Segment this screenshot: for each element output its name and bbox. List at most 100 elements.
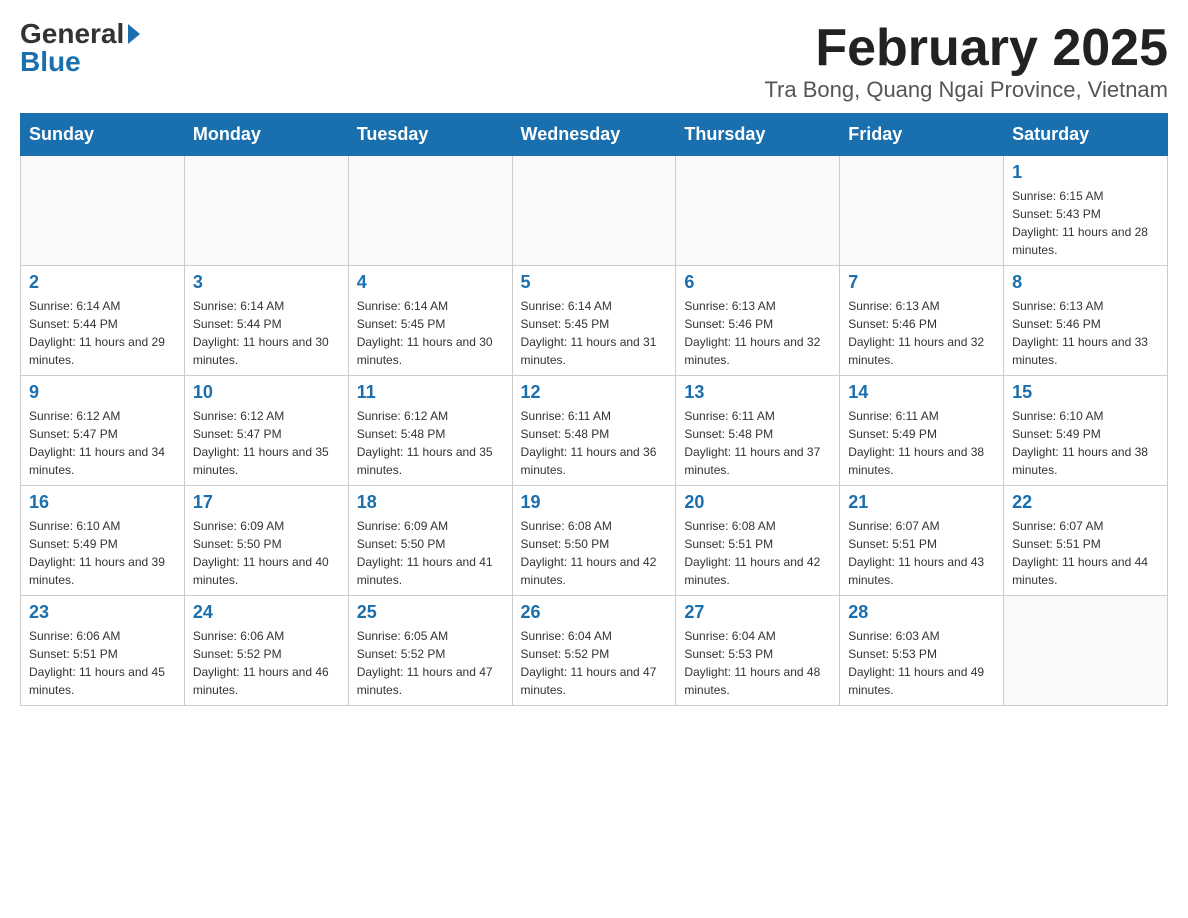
calendar-cell <box>348 156 512 266</box>
calendar-cell: 27 Sunrise: 6:04 AM Sunset: 5:53 PM Dayli… <box>676 596 840 706</box>
day-info: Sunrise: 6:14 AM Sunset: 5:45 PM Dayligh… <box>357 297 504 369</box>
day-info: Sunrise: 6:14 AM Sunset: 5:44 PM Dayligh… <box>193 297 340 369</box>
day-info: Sunrise: 6:07 AM Sunset: 5:51 PM Dayligh… <box>848 517 995 589</box>
calendar-cell: 4Sunrise: 6:14 AM Sunset: 5:45 PM Daylig… <box>348 266 512 376</box>
day-number: 3 <box>193 272 340 293</box>
page-header: General Blue February 2025 Tra Bong, Qua… <box>20 20 1168 103</box>
calendar-cell: 23Sunrise: 6:06 AM Sunset: 5:51 PM Dayli… <box>21 596 185 706</box>
day-info: Sunrise: 6:06 AM Sunset: 5:52 PM Dayligh… <box>193 627 340 699</box>
header-cell-thursday: Thursday <box>676 114 840 156</box>
day-info: Sunrise: 6:09 AM Sunset: 5:50 PM Dayligh… <box>193 517 340 589</box>
day-info: Sunrise: 6:08 AM Sunset: 5:51 PM Dayligh… <box>684 517 831 589</box>
calendar-cell: 26 Sunrise: 6:04 AM Sunset: 5:52 PM Dayli… <box>512 596 676 706</box>
day-info: Sunrise: 6:04 AM Sunset: 5:52 PM Dayligh… <box>521 627 668 699</box>
calendar-week-4: 16 Sunrise: 6:10 AM Sunset: 5:49 PM Dayli… <box>21 486 1168 596</box>
header-cell-wednesday: Wednesday <box>512 114 676 156</box>
day-number: 14 <box>848 382 995 403</box>
day-number: 28 <box>848 602 995 623</box>
day-info: Sunrise: 6:13 AM Sunset: 5:46 PM Dayligh… <box>684 297 831 369</box>
calendar-cell: 28 Sunrise: 6:03 AM Sunset: 5:53 PM Dayli… <box>840 596 1004 706</box>
day-info: Sunrise: 6:07 AM Sunset: 5:51 PM Dayligh… <box>1012 517 1159 589</box>
page-title: February 2025 <box>764 20 1168 77</box>
calendar-cell: 1 Sunrise: 6:15 AM Sunset: 5:43 PM Daylig… <box>1004 156 1168 266</box>
day-number: 16 <box>29 492 176 513</box>
calendar-week-1: 1 Sunrise: 6:15 AM Sunset: 5:43 PM Daylig… <box>21 156 1168 266</box>
day-number: 22 <box>1012 492 1159 513</box>
day-info: Sunrise: 6:10 AM Sunset: 5:49 PM Dayligh… <box>29 517 176 589</box>
day-number: 23 <box>29 602 176 623</box>
day-number: 18 <box>357 492 504 513</box>
calendar-header: SundayMondayTuesdayWednesdayThursdayFrid… <box>21 114 1168 156</box>
calendar-cell: 24 Sunrise: 6:06 AM Sunset: 5:52 PM Dayli… <box>184 596 348 706</box>
calendar-cell <box>676 156 840 266</box>
day-number: 24 <box>193 602 340 623</box>
day-info: Sunrise: 6:08 AM Sunset: 5:50 PM Dayligh… <box>521 517 668 589</box>
day-number: 27 <box>684 602 831 623</box>
day-info: Sunrise: 6:10 AM Sunset: 5:49 PM Dayligh… <box>1012 407 1159 479</box>
logo-blue-text: Blue <box>20 48 81 76</box>
day-number: 17 <box>193 492 340 513</box>
logo: General Blue <box>20 20 140 76</box>
day-info: Sunrise: 6:05 AM Sunset: 5:52 PM Dayligh… <box>357 627 504 699</box>
day-number: 8 <box>1012 272 1159 293</box>
calendar-body: 1 Sunrise: 6:15 AM Sunset: 5:43 PM Daylig… <box>21 156 1168 706</box>
day-info: Sunrise: 6:12 AM Sunset: 5:47 PM Dayligh… <box>29 407 176 479</box>
day-number: 5 <box>521 272 668 293</box>
calendar-week-3: 9 Sunrise: 6:12 AM Sunset: 5:47 PM Daylig… <box>21 376 1168 486</box>
header-cell-sunday: Sunday <box>21 114 185 156</box>
day-number: 26 <box>521 602 668 623</box>
header-cell-saturday: Saturday <box>1004 114 1168 156</box>
day-info: Sunrise: 6:11 AM Sunset: 5:48 PM Dayligh… <box>521 407 668 479</box>
day-info: Sunrise: 6:14 AM Sunset: 5:45 PM Dayligh… <box>521 297 668 369</box>
header-cell-monday: Monday <box>184 114 348 156</box>
page-subtitle: Tra Bong, Quang Ngai Province, Vietnam <box>764 77 1168 103</box>
day-info: Sunrise: 6:03 AM Sunset: 5:53 PM Dayligh… <box>848 627 995 699</box>
calendar-cell: 6 Sunrise: 6:13 AM Sunset: 5:46 PM Daylig… <box>676 266 840 376</box>
calendar-cell <box>1004 596 1168 706</box>
day-info: Sunrise: 6:04 AM Sunset: 5:53 PM Dayligh… <box>684 627 831 699</box>
calendar-cell: 22 Sunrise: 6:07 AM Sunset: 5:51 PM Dayli… <box>1004 486 1168 596</box>
calendar-cell <box>21 156 185 266</box>
calendar-cell: 12 Sunrise: 6:11 AM Sunset: 5:48 PM Dayli… <box>512 376 676 486</box>
calendar-cell: 13 Sunrise: 6:11 AM Sunset: 5:48 PM Dayli… <box>676 376 840 486</box>
day-number: 25 <box>357 602 504 623</box>
day-info: Sunrise: 6:12 AM Sunset: 5:48 PM Dayligh… <box>357 407 504 479</box>
calendar-cell: 7Sunrise: 6:13 AM Sunset: 5:46 PM Daylig… <box>840 266 1004 376</box>
day-number: 19 <box>521 492 668 513</box>
calendar-cell: 11Sunrise: 6:12 AM Sunset: 5:48 PM Dayli… <box>348 376 512 486</box>
day-info: Sunrise: 6:09 AM Sunset: 5:50 PM Dayligh… <box>357 517 504 589</box>
day-number: 6 <box>684 272 831 293</box>
calendar-cell <box>184 156 348 266</box>
calendar-cell: 17 Sunrise: 6:09 AM Sunset: 5:50 PM Dayli… <box>184 486 348 596</box>
day-number: 10 <box>193 382 340 403</box>
calendar-cell: 10Sunrise: 6:12 AM Sunset: 5:47 PM Dayli… <box>184 376 348 486</box>
day-number: 13 <box>684 382 831 403</box>
day-number: 15 <box>1012 382 1159 403</box>
day-info: Sunrise: 6:11 AM Sunset: 5:49 PM Dayligh… <box>848 407 995 479</box>
calendar-cell <box>512 156 676 266</box>
calendar-cell: 21Sunrise: 6:07 AM Sunset: 5:51 PM Dayli… <box>840 486 1004 596</box>
calendar-cell: 20 Sunrise: 6:08 AM Sunset: 5:51 PM Dayli… <box>676 486 840 596</box>
day-info: Sunrise: 6:14 AM Sunset: 5:44 PM Dayligh… <box>29 297 176 369</box>
calendar-cell: 19 Sunrise: 6:08 AM Sunset: 5:50 PM Dayli… <box>512 486 676 596</box>
day-info: Sunrise: 6:15 AM Sunset: 5:43 PM Dayligh… <box>1012 187 1159 259</box>
title-area: February 2025 Tra Bong, Quang Ngai Provi… <box>764 20 1168 103</box>
calendar-cell: 9 Sunrise: 6:12 AM Sunset: 5:47 PM Daylig… <box>21 376 185 486</box>
day-number: 9 <box>29 382 176 403</box>
calendar-cell: 18 Sunrise: 6:09 AM Sunset: 5:50 PM Dayli… <box>348 486 512 596</box>
calendar-table: SundayMondayTuesdayWednesdayThursdayFrid… <box>20 113 1168 706</box>
calendar-cell: 2Sunrise: 6:14 AM Sunset: 5:44 PM Daylig… <box>21 266 185 376</box>
day-info: Sunrise: 6:11 AM Sunset: 5:48 PM Dayligh… <box>684 407 831 479</box>
day-info: Sunrise: 6:13 AM Sunset: 5:46 PM Dayligh… <box>848 297 995 369</box>
header-cell-friday: Friday <box>840 114 1004 156</box>
day-number: 1 <box>1012 162 1159 183</box>
header-cell-tuesday: Tuesday <box>348 114 512 156</box>
day-info: Sunrise: 6:13 AM Sunset: 5:46 PM Dayligh… <box>1012 297 1159 369</box>
calendar-cell: 15 Sunrise: 6:10 AM Sunset: 5:49 PM Dayli… <box>1004 376 1168 486</box>
day-number: 20 <box>684 492 831 513</box>
calendar-week-5: 23Sunrise: 6:06 AM Sunset: 5:51 PM Dayli… <box>21 596 1168 706</box>
day-number: 12 <box>521 382 668 403</box>
logo-general-text: General <box>20 20 124 48</box>
calendar-cell: 14 Sunrise: 6:11 AM Sunset: 5:49 PM Dayli… <box>840 376 1004 486</box>
logo-arrow-icon <box>128 24 140 44</box>
